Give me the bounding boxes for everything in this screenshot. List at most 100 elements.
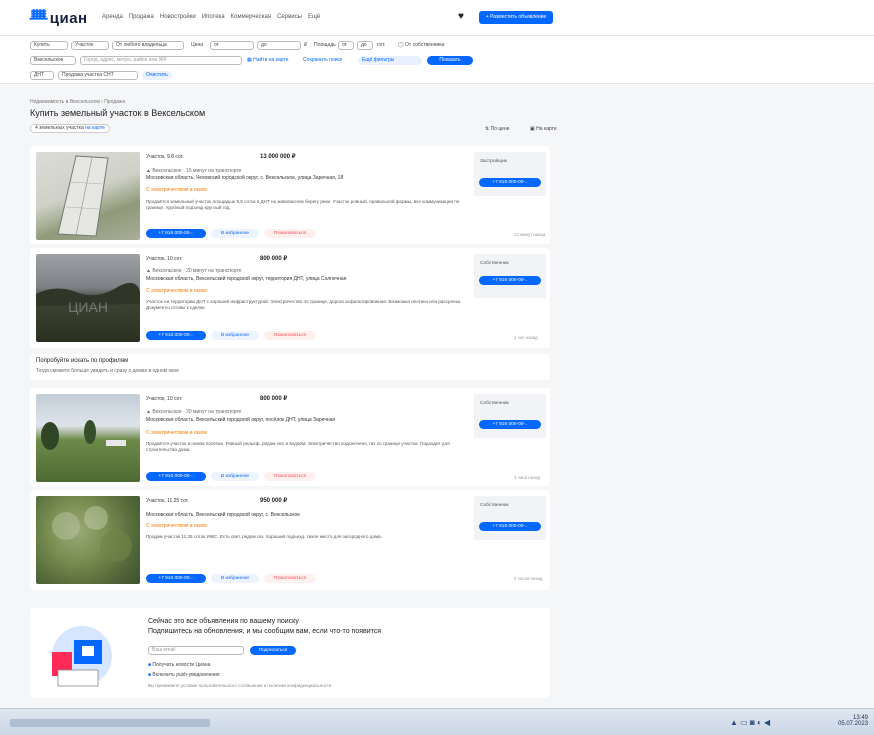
chip-dnt[interactable]: ДНТ — [30, 71, 54, 80]
promo-banner[interactable]: Попробуйте искать по профилям Тогда смож… — [30, 354, 550, 380]
listing-description: Продаётся участок в новом посёлке. Ровны… — [146, 441, 450, 452]
listing-utilities: С электричеством и газом — [146, 430, 207, 436]
breadcrumb[interactable]: Недвижимость в Вексельском › Продажа — [30, 99, 125, 105]
report-button[interactable]: Пожаловаться — [264, 574, 316, 583]
landscape-icon: ЦИАН — [36, 282, 140, 315]
seller-phone-button[interactable]: +7 916 000-00-.. — [479, 522, 541, 531]
listing-price: 13 000 000 ₽ — [260, 154, 296, 160]
svg-text:ЦИАН: ЦИАН — [68, 299, 108, 315]
owner-toggle[interactable]: ◯ От собственника — [398, 42, 444, 48]
area-label: Площадь — [314, 42, 336, 48]
seller-phone-button[interactable]: +7 916 000-00-.. — [479, 178, 541, 187]
results-count: 4 земельных участка — [35, 125, 84, 131]
clear-filters-button[interactable]: Очистить — [142, 71, 172, 80]
area-to-input[interactable]: до — [357, 41, 373, 50]
listing-card[interactable]: Участок, 11.25 сот. 950 000 ₽ Московская… — [30, 490, 550, 590]
nav-new[interactable]: Новостройки — [160, 14, 196, 20]
price-to-input[interactable]: до — [257, 41, 301, 50]
seller-phone-button[interactable]: +7 916 000-00-.. — [479, 276, 541, 285]
location-input[interactable]: Город, адрес, метро, район или ЖК — [80, 56, 242, 65]
nav-mortgage[interactable]: Ипотека — [202, 14, 225, 20]
report-button[interactable]: Пожаловаться — [264, 472, 316, 481]
favorites-heart-icon[interactable]: ♥ — [458, 11, 464, 22]
more-filters-button[interactable]: Ещё фильтры — [358, 56, 422, 65]
favorite-button[interactable]: В избранное — [211, 331, 259, 340]
show-phone-button[interactable]: +7 916 000-00-.. — [146, 331, 206, 340]
listing-time: 3 часа назад — [514, 475, 541, 480]
nav-commercial[interactable]: Коммерческая — [231, 14, 271, 20]
results-count-tag[interactable]: 4 земельных участка на карте — [30, 124, 110, 133]
favorite-button[interactable]: В избранное — [211, 574, 259, 583]
nav-sale[interactable]: Продажа — [129, 14, 154, 20]
map-toggle[interactable]: ▣ На карте — [530, 126, 557, 132]
show-phone-button[interactable]: +7 916 000-00-.. — [146, 472, 206, 481]
clock[interactable]: 13:49 05.07.2023 — [838, 715, 868, 727]
listing-address[interactable]: Московская область, Вексельский городско… — [146, 276, 346, 282]
nav-rent[interactable]: Аренда — [102, 14, 123, 20]
listing-card[interactable]: Участок, 10 сот. 800 000 ₽ ▲ Вексельское… — [30, 388, 550, 486]
top-nav: Аренда Продажа Новостройки Ипотека Коммерчес… — [102, 14, 326, 20]
listing-price: 800 000 ₽ — [260, 256, 288, 262]
area-unit: сот. — [377, 42, 386, 48]
nav-services[interactable]: Сервисы — [277, 14, 302, 20]
listing-area: Участок, 11.25 сот. — [146, 498, 189, 504]
favorite-button[interactable]: В избранное — [211, 229, 259, 238]
cian-logo[interactable]: ᚙ циан — [30, 9, 88, 27]
owner-toggle-label: От собственника — [405, 42, 445, 48]
listing-meta-text: Вексельское · 20 минут на транспорте — [152, 409, 242, 415]
chip-snt[interactable]: Продажа участка СНТ — [58, 71, 138, 80]
trees-icon — [41, 420, 126, 450]
promo-subtitle: Тогда сможете больше увидеть и сразу о д… — [36, 368, 179, 374]
seller-box: Застройщик +7 916 000-00-.. — [474, 152, 546, 196]
results-map-link[interactable]: на карте — [85, 125, 105, 131]
listing-photo[interactable] — [36, 496, 140, 584]
place-ad-button[interactable]: + Разместить объявление — [479, 11, 553, 24]
subscribe-subtitle: Подпишитесь на обновления, и мы сообщим … — [148, 628, 382, 635]
logo-mark-icon: ᚙ — [30, 10, 48, 27]
show-button[interactable]: Показать — [427, 56, 473, 65]
email-input[interactable]: Ваш email — [148, 646, 244, 655]
listing-utilities: С электричеством и газом — [146, 187, 207, 193]
show-phone-button[interactable]: +7 916 000-00-.. — [146, 229, 206, 238]
nav-more[interactable]: Ещё — [308, 14, 320, 20]
listing-photo[interactable]: ЦИАН — [36, 254, 140, 342]
sort-control[interactable]: ⇅ По цене — [485, 126, 510, 132]
seller-phone-button[interactable]: +7 916 000-00-.. — [479, 420, 541, 429]
listing-price: 950 000 ₽ — [260, 498, 288, 504]
push-checkbox[interactable]: ■ Включить push-уведомления — [148, 672, 220, 678]
seller-type: Собственник — [480, 401, 509, 406]
save-search-link[interactable]: Сохранить поиск — [303, 57, 342, 63]
news-checkbox[interactable]: ■ Получать новости Циана — [148, 662, 210, 668]
bushes-icon — [52, 506, 132, 562]
region-select[interactable]: Вексельское — [30, 56, 76, 65]
tray-icons[interactable]: ▲ ▭ ◙ ◐ ◀ — [730, 718, 770, 727]
favorite-button[interactable]: В избранное — [211, 472, 259, 481]
map-search-link[interactable]: ▦ Найти на карте — [247, 57, 288, 63]
deal-type-select[interactable]: Купить — [30, 41, 68, 50]
listing-address[interactable]: Московская область, Вексельский городско… — [146, 417, 335, 423]
checkbox-checked-icon: ■ — [148, 672, 152, 678]
area-from-input[interactable]: от — [338, 41, 354, 50]
listing-photo[interactable] — [36, 394, 140, 482]
listing-area: Участок, 9.8 сот. — [146, 154, 184, 160]
taskbar-app-button[interactable] — [10, 719, 210, 727]
site-header: ᚙ циан Аренда Продажа Новостройки Ипотека Ком… — [0, 0, 874, 36]
listing-description: Продаётся земельный участок площадью 9,8… — [146, 199, 460, 210]
listing-card[interactable]: ЦИАН Участок, 10 сот. 800 000 ₽ ▲ Вексел… — [30, 248, 550, 348]
price-from-input[interactable]: от — [210, 41, 254, 50]
listing-address[interactable]: Московская область, Вексельский городско… — [146, 512, 300, 518]
promo-title[interactable]: Попробуйте искать по профилям — [36, 358, 128, 364]
subscribe-button[interactable]: Подписаться — [250, 646, 296, 655]
object-type-select[interactable]: Участок — [71, 41, 109, 50]
listing-photo[interactable] — [36, 152, 140, 240]
listing-address[interactable]: Московская область, Чеховский городской … — [146, 175, 343, 181]
listing-price: 800 000 ₽ — [260, 396, 288, 402]
seller-box: Собственник +7 916 000-00-.. — [474, 394, 546, 438]
report-button[interactable]: Пожаловаться — [264, 331, 316, 340]
checkbox-checked-icon: ■ — [148, 662, 152, 668]
report-button[interactable]: Пожаловаться — [264, 229, 316, 238]
listing-card[interactable]: Участок, 9.8 сот. 13 000 000 ₽ ▲ Вексель… — [30, 146, 550, 244]
legal-text[interactable]: Вы принимаете условия пользовательского … — [148, 683, 331, 688]
show-phone-button[interactable]: +7 916 000-00-.. — [146, 574, 206, 583]
owner-select[interactable]: От любого владельца — [112, 41, 184, 50]
